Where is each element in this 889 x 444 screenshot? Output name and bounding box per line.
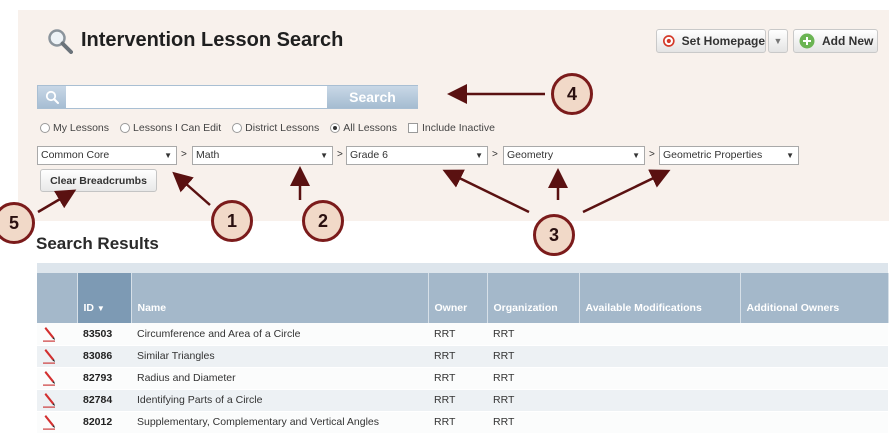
callout-2: 2	[302, 200, 344, 242]
arrow-3c	[582, 169, 671, 214]
annotation-arrows	[37, 84, 671, 214]
callout-3: 3	[533, 214, 575, 256]
arrow-1	[172, 171, 211, 206]
callout-4: 4	[551, 73, 593, 115]
arrow-5	[37, 189, 77, 214]
callout-1: 1	[211, 200, 253, 242]
arrow-3a	[442, 169, 530, 214]
